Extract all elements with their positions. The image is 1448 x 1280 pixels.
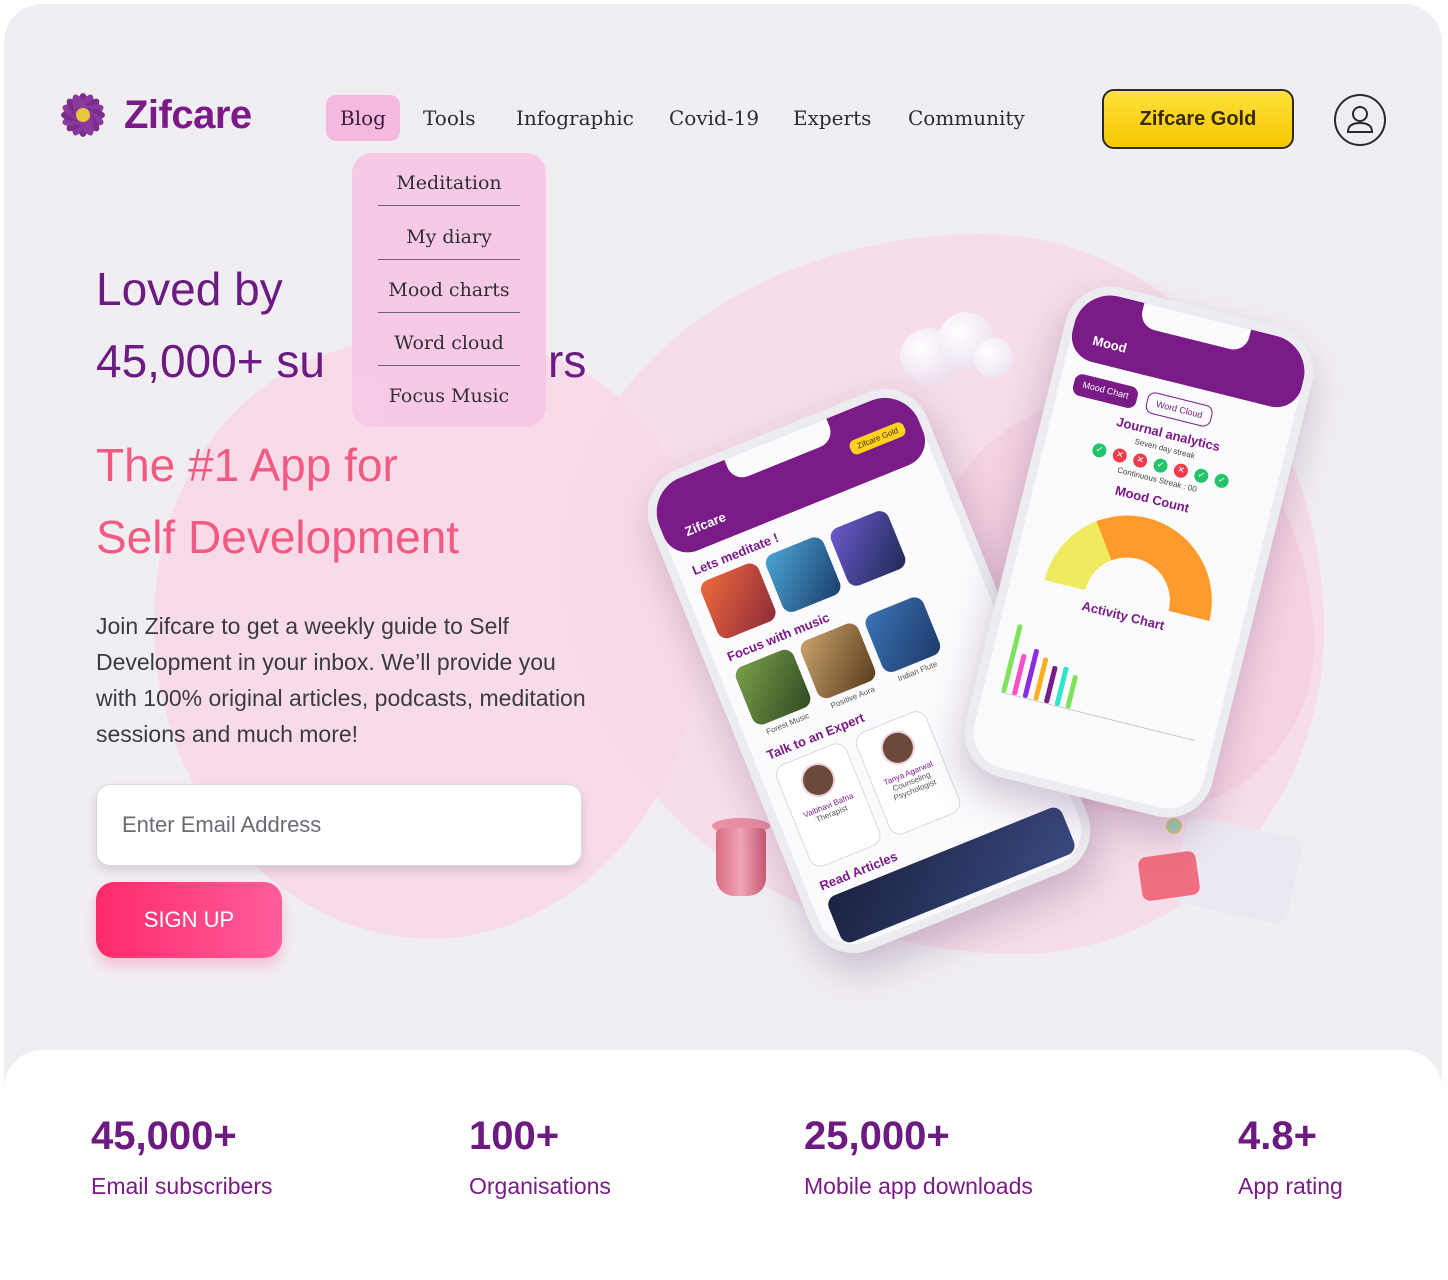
brand-name: Zifcare xyxy=(124,92,252,137)
nav-covid[interactable]: Covid-19 xyxy=(669,95,759,141)
hero-tagline-line1: The #1 App for xyxy=(96,439,398,491)
stats-section: 45,000+ Email subscribers 100+ Organisat… xyxy=(4,1050,1442,1274)
meditation-thumbnail xyxy=(697,560,779,642)
nav-experts[interactable]: Experts xyxy=(793,95,871,141)
stat-value: 45,000+ xyxy=(91,1114,237,1158)
nav-infographic[interactable]: Infographic xyxy=(516,95,634,141)
activity-bar xyxy=(1065,674,1079,709)
stat-organisations: 100+ Organisations xyxy=(469,1114,611,1200)
dropdown-item-focus-music[interactable]: Focus Music xyxy=(378,370,520,422)
cross-icon: ✕ xyxy=(1131,452,1149,470)
avatar xyxy=(875,725,920,770)
check-icon: ✓ xyxy=(1090,441,1108,459)
hero-description: Join Zifcare to get a weekly guide to Se… xyxy=(96,613,586,747)
mail-chart-icon xyxy=(1137,814,1304,926)
hero-heading-line1: Loved by xyxy=(96,263,283,315)
stat-label: App rating xyxy=(1238,1173,1343,1199)
divider xyxy=(378,205,520,206)
dropdown-item-my-diary[interactable]: My diary xyxy=(378,211,520,263)
stat-app-rating: 4.8+ App rating xyxy=(1238,1114,1343,1200)
user-profile-button[interactable] xyxy=(1334,94,1386,146)
check-icon: ✓ xyxy=(1192,467,1210,485)
stat-app-downloads: 25,000+ Mobile app downloads xyxy=(804,1114,1033,1200)
divider xyxy=(378,259,520,260)
cross-icon: ✕ xyxy=(1111,446,1129,464)
flower-icon xyxy=(61,93,105,137)
nav-blog[interactable]: Blog xyxy=(326,95,400,141)
stat-email-subscribers: 45,000+ Email subscribers xyxy=(91,1114,273,1200)
stat-value: 100+ xyxy=(469,1114,560,1158)
check-icon: ✓ xyxy=(1213,472,1231,490)
brand-logo[interactable]: Zifcare xyxy=(56,88,252,142)
check-icon: ✓ xyxy=(1152,457,1170,475)
avatar xyxy=(795,757,841,803)
hero-heading-line2-tail: rs xyxy=(548,335,587,387)
meditation-thumbnail xyxy=(762,534,844,616)
divider xyxy=(378,312,520,313)
stat-label: Email subscribers xyxy=(91,1173,273,1199)
app-title: Zifcare xyxy=(682,509,728,540)
dropdown-item-meditation[interactable]: Meditation xyxy=(378,157,520,209)
divider xyxy=(378,365,520,366)
user-icon xyxy=(1346,106,1374,133)
nav-tools[interactable]: Tools xyxy=(423,95,476,141)
app-gold-badge: Zifcare Gold xyxy=(848,420,908,457)
stat-label: Organisations xyxy=(469,1173,611,1199)
nav-community[interactable]: Community xyxy=(908,95,1025,141)
cross-icon: ✕ xyxy=(1172,462,1190,480)
stat-value: 25,000+ xyxy=(804,1114,950,1158)
email-input[interactable] xyxy=(96,784,582,866)
hero-heading-line2: 45,000+ su xyxy=(96,335,325,387)
meditation-thumbnail xyxy=(827,508,909,589)
hero-tagline-line2: Self Development xyxy=(96,511,460,563)
zifcare-gold-button[interactable]: Zifcare Gold xyxy=(1102,89,1294,149)
signup-button[interactable]: SIGN UP xyxy=(96,882,282,958)
stat-value: 4.8+ xyxy=(1238,1114,1317,1158)
dropdown-item-mood-charts[interactable]: Mood charts xyxy=(378,264,520,316)
dropdown-item-word-cloud[interactable]: Word cloud xyxy=(378,317,520,369)
blog-dropdown-menu: Meditation My diary Mood charts Word clo… xyxy=(352,153,546,427)
stat-label: Mobile app downloads xyxy=(804,1173,1033,1199)
coffee-cup-icon xyxy=(708,818,774,900)
cloud-icon xyxy=(880,308,1020,388)
mood-title: Mood xyxy=(1091,332,1129,356)
